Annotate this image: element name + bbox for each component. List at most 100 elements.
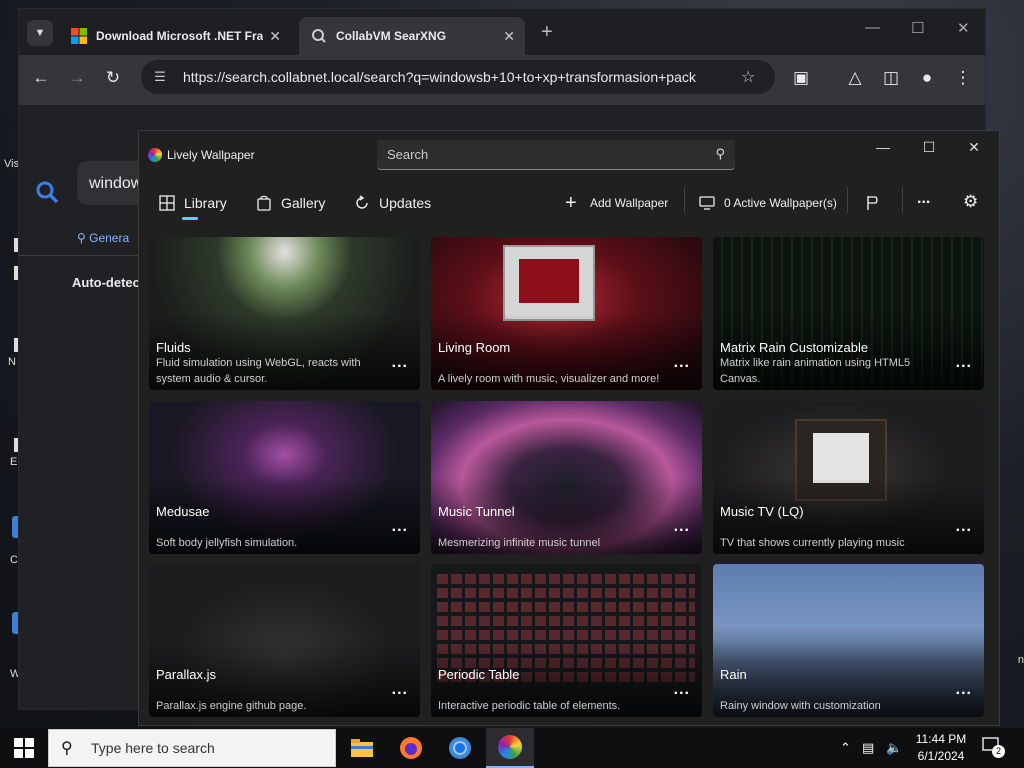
searxng-logo-icon — [312, 29, 326, 43]
tab-searxng[interactable]: CollabVM SearXNG ✕ — [299, 17, 525, 55]
tab-title: CollabVM SearXNG — [336, 29, 447, 43]
reload-icon[interactable]: ↻ — [101, 68, 125, 88]
search-icon[interactable]: ⚲ — [715, 146, 725, 162]
wallpaper-card[interactable]: Music TV (LQ) TV that shows currently pl… — [713, 401, 984, 554]
clock-date: 6/1/2024 — [917, 749, 965, 763]
extensions-icon[interactable]: ▣ — [789, 68, 813, 88]
card-more-button[interactable]: ... — [956, 354, 972, 372]
address-bar[interactable]: ☰ https://search.collabnet.local/search?… — [141, 60, 775, 94]
tab-gallery[interactable]: Gallery — [256, 195, 325, 211]
lively-titlebar: Lively Wallpaper Search ⚲ — ☐ ✕ — [139, 131, 999, 177]
site-info-icon[interactable]: ☰ — [151, 69, 169, 85]
plus-icon: + — [565, 192, 577, 214]
card-title: Rain — [720, 667, 747, 682]
card-title: Music Tunnel — [438, 504, 515, 519]
windows-start-icon[interactable] — [14, 738, 34, 758]
settings-gear-icon[interactable]: ⚙ — [963, 192, 978, 212]
flag-icon — [867, 196, 878, 210]
card-more-button[interactable]: ... — [674, 681, 690, 699]
card-title: Living Room — [438, 340, 511, 355]
chrome-icon[interactable] — [436, 728, 484, 768]
clock[interactable]: 11:44 PM 6/1/2024 — [906, 731, 976, 765]
tab-library-label: Library — [184, 195, 227, 211]
wallpaper-card[interactable]: Music Tunnel Mesmerizing infinite music … — [431, 401, 702, 554]
wallpaper-card[interactable]: Medusae Soft body jellyfish simulation. … — [149, 401, 420, 554]
forward-icon[interactable]: → — [65, 68, 89, 88]
tab-general[interactable]: ⚲ Genera — [77, 231, 129, 245]
minimize-icon[interactable]: — — [871, 139, 895, 155]
taskbar: ⚲ Type here to search ⌃ ▤ 🔈 11:44 PM 6/1… — [0, 728, 1024, 768]
back-icon[interactable]: ← — [29, 68, 53, 88]
desktop-label: C — [10, 554, 18, 566]
profile-icon[interactable]: ● — [915, 68, 939, 88]
close-window-icon[interactable]: ✕ — [957, 19, 970, 37]
language-select[interactable]: Auto-detect — [72, 275, 144, 290]
card-description: Fluid simulation using WebGL, reacts wit… — [156, 357, 361, 385]
lively-taskbar-icon[interactable] — [486, 728, 534, 768]
taskbar-search-input[interactable]: ⚲ Type here to search — [48, 729, 336, 767]
browser-toolbar: ← → ↻ ☰ https://search.collabnet.local/s… — [19, 55, 985, 105]
volume-muted-icon[interactable]: 🔈 — [886, 740, 902, 756]
wallpaper-card[interactable]: Living Room A lively room with music, vi… — [431, 237, 702, 390]
notifications-icon[interactable]: 2 — [982, 737, 1006, 759]
tab-dotnet[interactable]: Download Microsoft .NET Fram ✕ — [59, 17, 291, 55]
active-wallpapers-button[interactable]: 0 Active Wallpaper(s) — [699, 195, 837, 211]
card-more-button[interactable]: ... — [392, 681, 408, 699]
wallpaper-card[interactable]: Matrix Rain Customizable Matrix like rai… — [713, 237, 984, 390]
divider — [19, 255, 149, 256]
divider — [902, 187, 903, 213]
close-icon[interactable]: ✕ — [503, 28, 515, 45]
chevron-up-icon[interactable]: ⌃ — [840, 740, 851, 756]
card-more-button[interactable]: ... — [956, 518, 972, 536]
close-window-icon[interactable]: ✕ — [962, 139, 986, 156]
desktop-label: n — [1017, 654, 1024, 666]
network-icon[interactable]: ▤ — [862, 740, 874, 756]
maximize-icon[interactable]: ☐ — [911, 19, 924, 37]
lively-window: Lively Wallpaper Search ⚲ — ☐ ✕ Library … — [138, 130, 1000, 726]
grid-icon — [159, 195, 175, 211]
taskbar-search-placeholder: Type here to search — [91, 740, 215, 756]
wallpaper-card[interactable]: Rain Rainy window with customization ... — [713, 564, 984, 717]
file-explorer-icon[interactable] — [338, 728, 386, 768]
card-more-button[interactable]: ... — [674, 518, 690, 536]
wallpaper-card[interactable]: Periodic Table Interactive periodic tabl… — [431, 564, 702, 717]
add-wallpaper-button[interactable]: + Add Wallpaper — [565, 192, 668, 214]
side-panel-icon[interactable]: ◫ — [879, 68, 903, 88]
wallpaper-card[interactable]: Parallax.js Parallax.js engine github pa… — [149, 564, 420, 717]
card-description: Soft body jellyfish simulation. — [156, 537, 298, 549]
card-more-button[interactable]: ... — [392, 354, 408, 372]
lively-logo-icon — [148, 148, 162, 162]
card-more-button[interactable]: ... — [392, 518, 408, 536]
monitor-icon — [699, 196, 715, 210]
tab-updates[interactable]: Updates — [354, 195, 431, 211]
tab-library[interactable]: Library — [159, 195, 227, 211]
new-tab-icon[interactable]: + — [541, 21, 553, 44]
more-options-button[interactable]: ... — [917, 190, 930, 208]
lively-nav: Library Gallery Updates + Add Wallpaper … — [139, 177, 999, 229]
card-description: Mesmerizing infinite music tunnel — [438, 537, 601, 549]
tab-title: Download Microsoft .NET Fram — [96, 29, 264, 43]
card-title: Matrix Rain Customizable — [720, 340, 869, 355]
close-icon[interactable]: ✕ — [269, 28, 281, 45]
card-title: Fluids — [156, 340, 191, 355]
active-wallpapers-label: 0 Active Wallpaper(s) — [724, 196, 837, 210]
minimize-icon[interactable]: — — [865, 19, 880, 36]
labs-icon[interactable]: △ — [843, 68, 867, 88]
divider — [684, 187, 685, 213]
chrome-menu-icon[interactable]: ⋮ — [951, 68, 975, 88]
card-description: TV that shows currently playing music — [720, 537, 905, 549]
desktop-label: E — [10, 456, 18, 468]
tab-gallery-label: Gallery — [281, 195, 326, 211]
flag-button[interactable] — [865, 195, 890, 211]
tab-search-button[interactable]: ▼ — [27, 20, 53, 46]
wallpaper-search-input[interactable]: Search ⚲ — [377, 140, 735, 170]
card-more-button[interactable]: ... — [674, 354, 690, 372]
card-description: Interactive periodic table of elements. — [438, 700, 621, 712]
desktop-label: Vis — [4, 158, 20, 170]
tab-updates-label: Updates — [379, 195, 432, 211]
firefox-icon[interactable] — [387, 728, 435, 768]
bookmark-star-icon[interactable]: ☆ — [741, 67, 763, 87]
wallpaper-card[interactable]: Fluids Fluid simulation using WebGL, rea… — [149, 237, 420, 390]
maximize-icon[interactable]: ☐ — [917, 139, 941, 156]
card-more-button[interactable]: ... — [956, 681, 972, 699]
